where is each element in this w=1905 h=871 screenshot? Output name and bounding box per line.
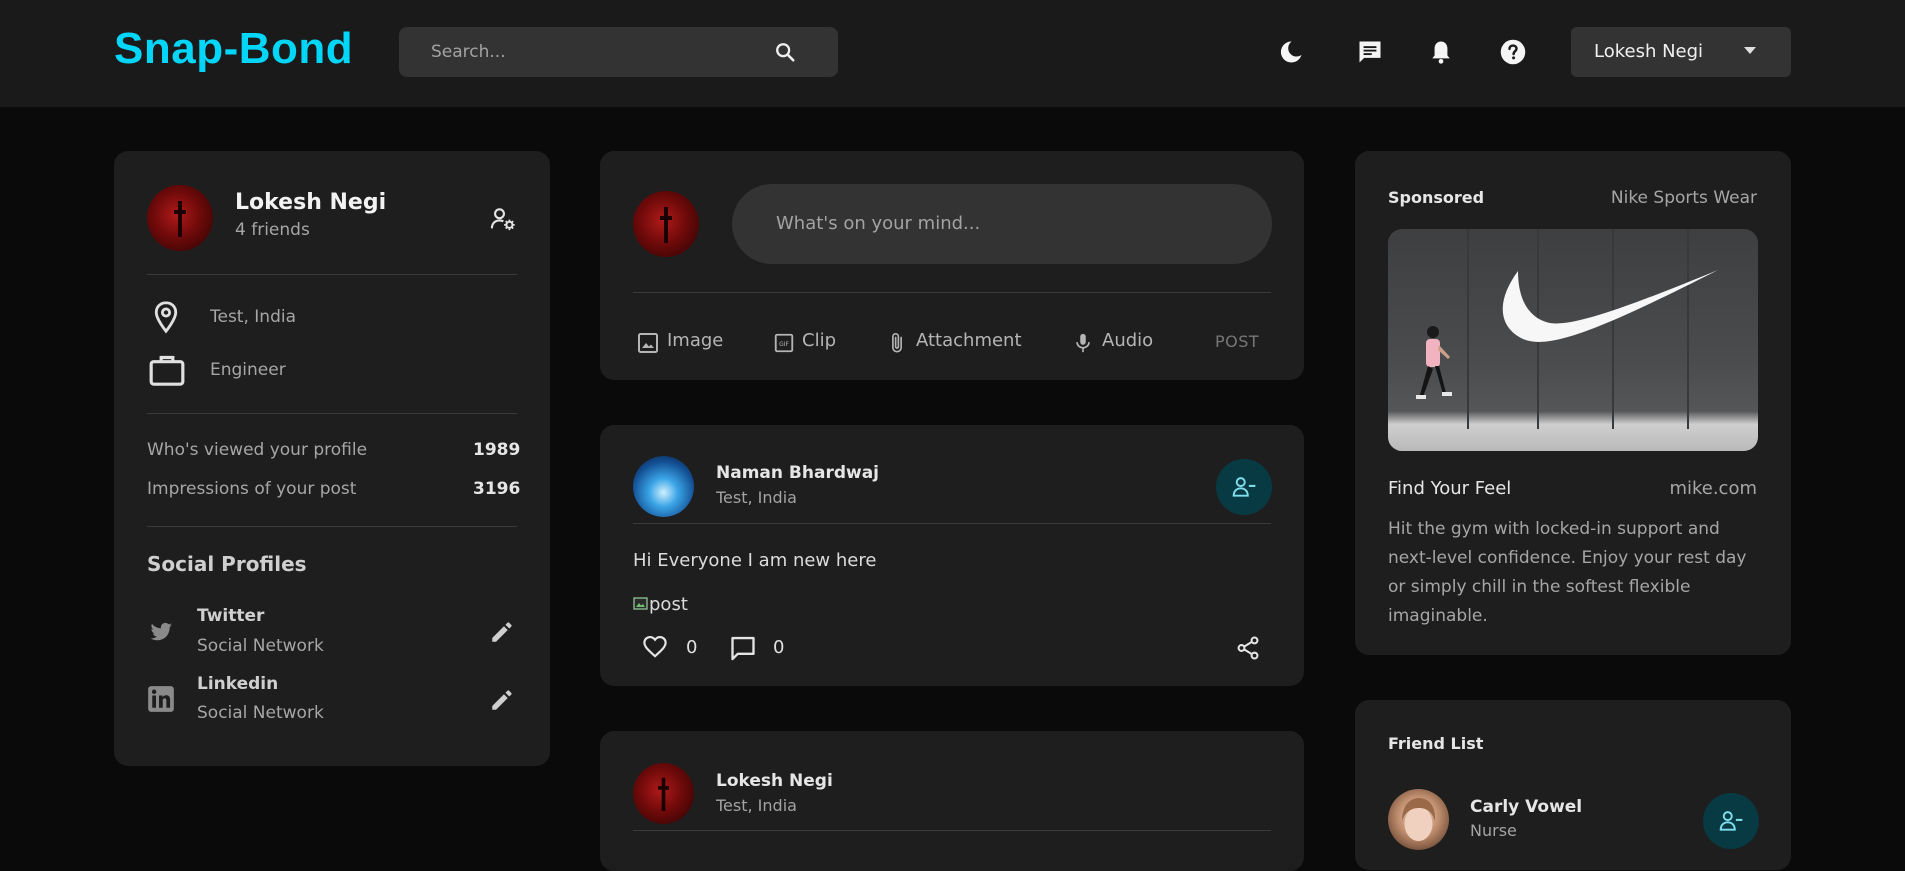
sponsored-label: Sponsored — [1388, 188, 1485, 207]
remove-friend-button[interactable] — [1216, 459, 1272, 515]
manage-account-icon[interactable] — [489, 205, 517, 233]
comment-count: 0 — [773, 637, 785, 658]
post-divider — [633, 523, 1271, 524]
share-icon[interactable] — [1235, 635, 1261, 661]
attachment-icon[interactable] — [886, 330, 908, 356]
add-attachment-button[interactable]: Attachment — [916, 330, 1022, 351]
profile-divider — [147, 274, 517, 275]
sponsor-brand[interactable]: Nike Sports Wear — [1611, 188, 1757, 208]
add-image-button[interactable]: Image — [667, 330, 723, 351]
notification-icon[interactable] — [1427, 38, 1455, 66]
ad-headline: Find Your Feel — [1388, 478, 1512, 499]
comment-icon[interactable] — [729, 634, 757, 662]
add-audio-button[interactable]: Audio — [1102, 330, 1153, 351]
post-impressions-value: 3196 — [473, 479, 521, 499]
social-type-linkedin: Social Network — [197, 703, 324, 723]
user-select-value: Lokesh Negi — [1594, 41, 1704, 62]
message-icon[interactable] — [1356, 38, 1384, 66]
person-remove-icon — [1719, 811, 1743, 831]
profile-name[interactable]: Lokesh Negi — [235, 190, 386, 215]
broken-image-icon — [633, 597, 648, 610]
ad-description: Hit the gym with locked-in support and n… — [1388, 519, 1747, 626]
profile-divider — [147, 413, 517, 414]
dark-mode-icon[interactable] — [1277, 38, 1305, 66]
linkedin-icon — [148, 686, 174, 712]
friend-list-heading: Friend List — [1388, 734, 1484, 753]
friend-avatar[interactable] — [1388, 789, 1449, 850]
profile-avatar[interactable] — [147, 185, 213, 251]
friend-occupation: Nurse — [1470, 821, 1517, 840]
post-image[interactable]: post — [633, 593, 688, 615]
social-name-linkedin[interactable]: Linkedin — [197, 674, 278, 694]
social-type-twitter: Social Network — [197, 636, 324, 656]
social-profiles-heading: Social Profiles — [147, 552, 307, 576]
ad-link[interactable]: mike.com — [1669, 478, 1757, 499]
post-author-name[interactable]: Lokesh Negi — [716, 771, 833, 791]
like-icon[interactable] — [641, 634, 669, 660]
post-divider — [633, 830, 1271, 831]
image-icon[interactable] — [636, 331, 660, 355]
post-composer-placeholder: What's on your mind... — [776, 213, 981, 234]
advertisement-image[interactable] — [1388, 229, 1758, 451]
post-author-location: Test, India — [716, 488, 797, 507]
search-bar[interactable]: Search... — [399, 27, 838, 77]
friend-name[interactable]: Carly Vowel — [1470, 797, 1582, 817]
edit-icon[interactable] — [489, 687, 515, 713]
chevron-down-icon — [1744, 47, 1756, 54]
top-navbar: Snap-Bond Search... Lokesh Negi — [0, 0, 1905, 107]
add-clip-button[interactable]: Clip — [802, 330, 836, 351]
profile-location: Test, India — [210, 307, 297, 327]
post-image-alt: post — [649, 593, 688, 615]
search-icon[interactable] — [774, 41, 796, 63]
social-name-twitter[interactable]: Twitter — [197, 606, 264, 626]
profile-occupation: Engineer — [210, 360, 286, 380]
search-input[interactable]: Search... — [431, 42, 506, 62]
remove-friend-button[interactable] — [1703, 793, 1759, 849]
briefcase-icon — [149, 355, 185, 386]
location-icon — [154, 301, 178, 334]
post-card — [600, 731, 1304, 871]
post-impressions-label: Impressions of your post — [147, 479, 357, 499]
friend-count: 4 friends — [235, 220, 310, 240]
person-remove-icon — [1232, 477, 1256, 497]
app-logo[interactable]: Snap-Bond — [114, 24, 353, 74]
help-icon[interactable] — [1499, 38, 1527, 66]
post-button[interactable]: POST — [1215, 332, 1259, 351]
composer-avatar — [633, 191, 699, 257]
post-author-name[interactable]: Naman Bhardwaj — [716, 463, 879, 483]
post-composer-input[interactable]: What's on your mind... — [732, 184, 1272, 264]
post-text: Hi Everyone I am new here — [633, 550, 877, 571]
profile-views-label: Who's viewed your profile — [147, 440, 368, 460]
post-author-location: Test, India — [716, 796, 797, 815]
like-count: 0 — [686, 637, 698, 658]
profile-divider — [147, 526, 517, 527]
twitter-icon — [150, 622, 172, 641]
composer-divider — [633, 292, 1271, 293]
user-select-dropdown[interactable]: Lokesh Negi — [1571, 27, 1791, 77]
gif-icon[interactable]: GIF — [773, 331, 795, 355]
post-author-avatar[interactable] — [633, 763, 694, 824]
nike-ad-graphic — [1416, 229, 1718, 429]
profile-views-value: 1989 — [473, 440, 521, 460]
edit-icon[interactable] — [489, 619, 515, 645]
svg-text:GIF: GIF — [779, 341, 789, 348]
microphone-icon[interactable] — [1072, 330, 1094, 356]
post-author-avatar[interactable] — [633, 456, 694, 517]
